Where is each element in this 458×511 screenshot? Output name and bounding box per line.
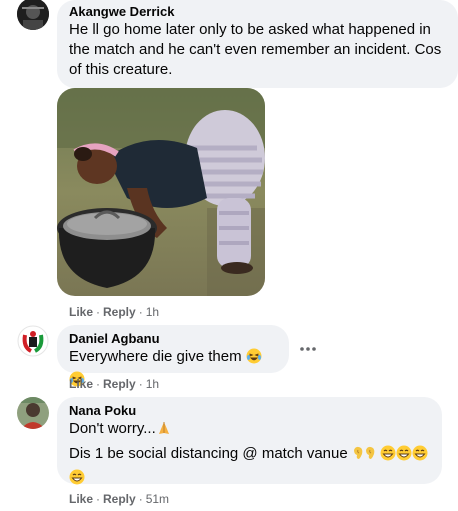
like-link[interactable]: Like <box>69 377 93 391</box>
comment-text-line: He ll go home later only to be asked wha… <box>69 21 431 38</box>
avatar[interactable] <box>17 325 49 357</box>
comment-text-line: Don't worry... <box>69 419 430 442</box>
comment-time[interactable]: 51m <box>146 492 169 506</box>
comment-time[interactable]: 1h <box>146 305 159 319</box>
grinning-emoji <box>412 445 428 467</box>
reply-link[interactable]: Reply <box>103 492 136 506</box>
comment-text-line <box>69 468 430 491</box>
comment-text-line: the match and he can't even remember an … <box>69 41 442 58</box>
comment-photo[interactable] <box>57 88 265 296</box>
comment-actions: Like · Reply · 1h <box>69 305 160 319</box>
comment-time[interactable]: 1h <box>146 377 159 391</box>
avatar[interactable] <box>17 397 49 429</box>
comment-author[interactable]: Daniel Agbanu <box>69 331 277 347</box>
comment-actions: Like · Reply · 51m <box>69 492 170 506</box>
ear-emoji <box>364 445 376 467</box>
grinning-emoji <box>380 445 396 467</box>
comment-bubble: Nana Poku Don't worry... Dis 1 be social… <box>57 397 442 485</box>
like-link[interactable]: Like <box>69 305 93 319</box>
comment-bubble: Daniel Agbanu Everywhere die give them <box>57 325 289 387</box>
grinning-emoji <box>396 445 412 467</box>
comment-author[interactable]: Akangwe Derrick <box>69 4 446 20</box>
comment-text: Don't worry... <box>69 420 156 437</box>
comment-text: Dis 1 be social distancing @ match vanue <box>69 445 348 462</box>
ear-emoji <box>352 445 364 467</box>
avatar[interactable] <box>17 0 49 30</box>
comment-actions: Like · Reply · 1h <box>69 377 160 391</box>
more-options-icon[interactable] <box>300 339 316 357</box>
reply-link[interactable]: Reply <box>103 305 136 319</box>
comment-text-line: of this creature. <box>69 61 173 78</box>
comment-bubble: Akangwe Derrick He ll go home later only… <box>57 0 458 88</box>
praying-hands-emoji <box>156 420 172 442</box>
comment-text: Everywhere die give them <box>69 348 242 365</box>
comment-text-line: Dis 1 be social distancing @ match vanue <box>69 444 430 467</box>
comment-author[interactable]: Nana Poku <box>69 403 430 419</box>
grinning-emoji <box>69 469 85 491</box>
reply-link[interactable]: Reply <box>103 377 136 391</box>
laughing-emoji <box>246 348 262 370</box>
like-link[interactable]: Like <box>69 492 93 506</box>
